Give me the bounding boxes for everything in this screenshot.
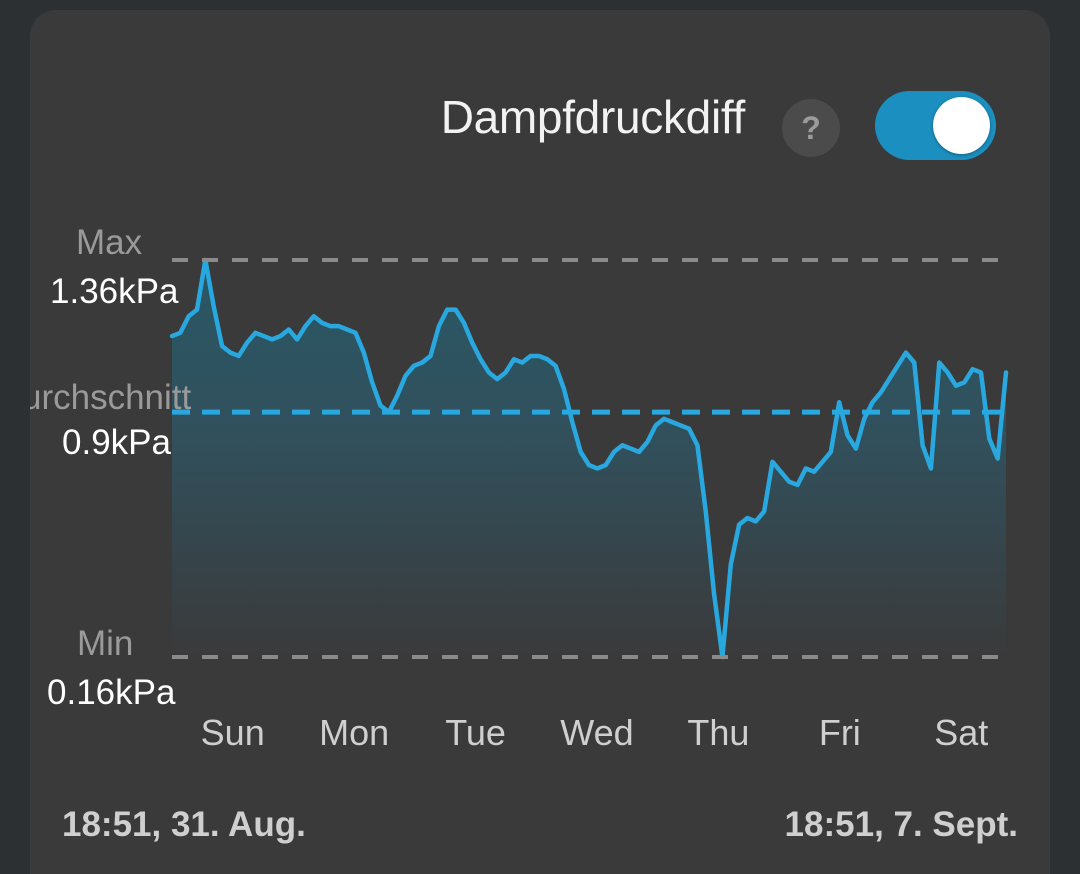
day-label-wed: Wed [560,712,634,753]
min-value: 0.16kPa [47,673,176,712]
day-label-sat: Sat [934,712,989,753]
max-value: 1.36kPa [50,272,179,311]
range-end-time: 18:51, 7. Sept. [784,805,1018,844]
area-fill [172,260,1006,657]
day-label-sun: Sun [200,712,265,753]
day-label-fri: Fri [818,712,861,753]
chart-plot [169,257,1009,660]
day-label-mon: Mon [319,712,390,753]
day-axis: Sun Mon Tue Wed Thu Fri Sat [172,712,1022,754]
dampfdruckdiff-card: Dampfdruckdiff ? Max 1.36kPa urchschnitt… [30,10,1050,874]
day-label-thu: Thu [687,712,750,753]
average-value: 0.9kPa [62,423,171,462]
range-start-time: 18:51, 31. Aug. [62,805,306,844]
max-label: Max [76,223,143,262]
average-label: urchschnitt [30,378,192,417]
time-range-footer: 18:51, 31. Aug. 18:51, 7. Sept. [30,805,1050,865]
min-label: Min [77,624,134,663]
day-label-tue: Tue [445,712,506,753]
